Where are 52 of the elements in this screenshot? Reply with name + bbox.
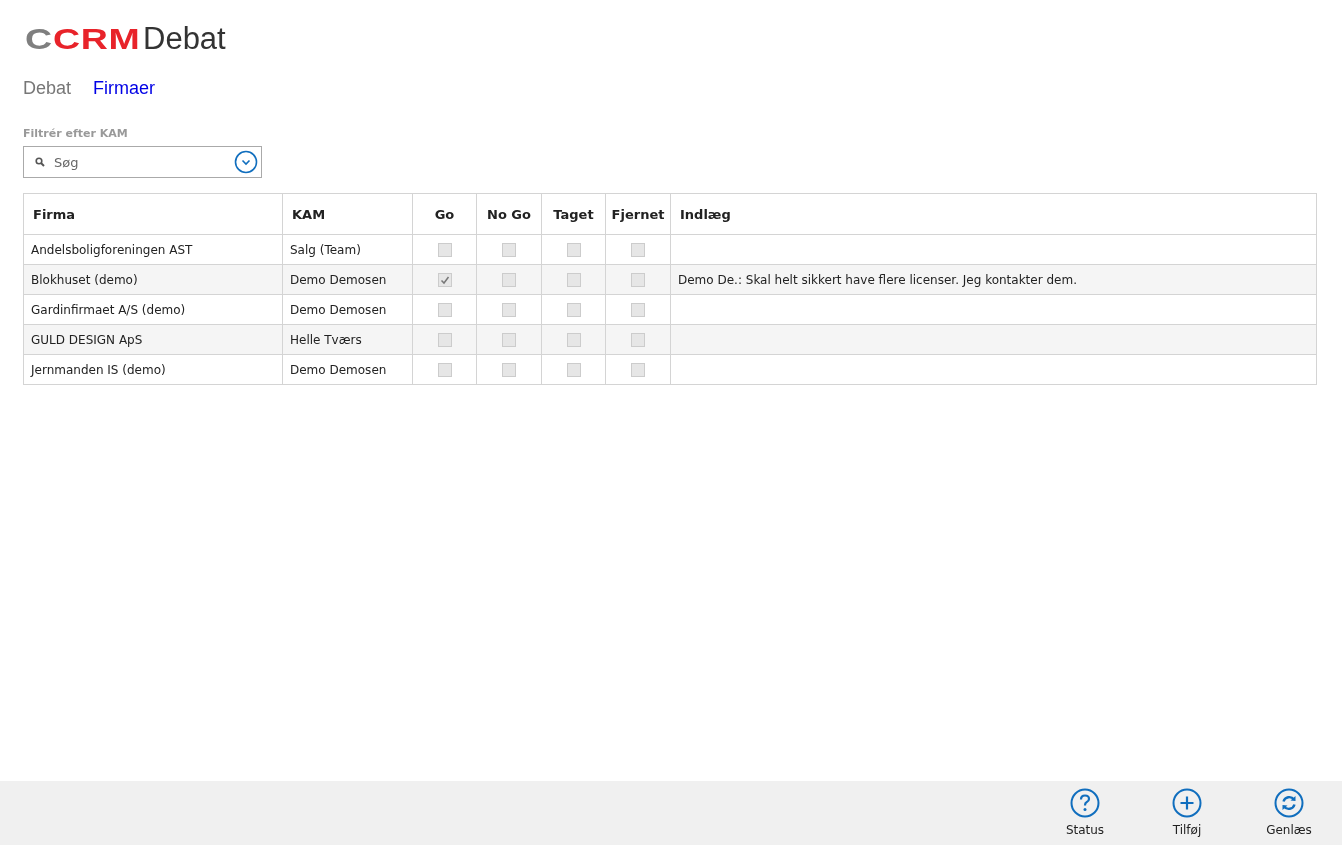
checkbox[interactable] (566, 332, 581, 347)
table-cell: Blokhuset (demo) (23, 264, 283, 295)
checkbox[interactable] (502, 302, 516, 317)
table-cell: GULD DESIGN ApS (23, 324, 283, 355)
checkbox[interactable] (437, 272, 452, 287)
checkbox[interactable] (566, 242, 581, 257)
table-cell: Demo De.: Skal helt sikkert have flere licenser. Jeg kontakter dem. (678, 272, 1077, 287)
checkbox[interactable] (631, 362, 645, 377)
checkbox[interactable] (566, 362, 581, 377)
table-cell: Demo Demosen (282, 294, 413, 325)
filter-label: Filtrér efter KAM (23, 127, 129, 140)
checkbox[interactable] (631, 242, 645, 257)
checkbox[interactable] (631, 302, 645, 317)
checkbox[interactable] (566, 272, 581, 287)
checkbox[interactable] (631, 332, 645, 347)
checkbox[interactable] (566, 302, 581, 317)
app-title: Debat (143, 21, 226, 57)
table-cell: Demo Demosen (282, 264, 413, 295)
search-field[interactable]: Søg (23, 146, 262, 178)
column-header[interactable]: Go (412, 193, 477, 235)
checkbox[interactable] (437, 242, 452, 257)
refresh-icon (1274, 788, 1304, 818)
table-cell: Gardinfirmaet A/S (demo) (23, 294, 283, 325)
table-cell: Helle Tværs (282, 324, 413, 355)
column-header[interactable]: Firma (23, 193, 283, 235)
checkbox[interactable] (437, 302, 452, 317)
checkbox[interactable] (502, 272, 516, 287)
logo-mark: C (25, 22, 53, 56)
nav-link[interactable]: Firmaer (93, 78, 156, 99)
plus-icon (1172, 788, 1202, 818)
command-button[interactable]: Genlæs (1258, 781, 1320, 845)
table-cell: Salg (Team) (282, 234, 413, 265)
checkbox[interactable] (437, 332, 452, 347)
table-cell: Andelsboligforeningen AST (23, 234, 283, 265)
column-header[interactable]: Indlæg (670, 193, 1317, 235)
checkbox[interactable] (631, 272, 645, 287)
column-header[interactable]: No Go (476, 193, 542, 235)
checkbox[interactable] (502, 242, 516, 257)
table-cell: Jernmanden IS (demo) (23, 354, 283, 385)
nav-link[interactable]: Debat (23, 78, 72, 99)
column-header[interactable]: Taget (541, 193, 606, 235)
table-cell: Demo Demosen (282, 354, 413, 385)
checkbox[interactable] (502, 362, 516, 377)
command-button[interactable]: Status (1054, 781, 1116, 845)
help-icon (1070, 788, 1100, 818)
command-button[interactable]: Tilføj (1156, 781, 1218, 845)
checkbox[interactable] (437, 362, 452, 377)
column-header[interactable]: KAM (282, 193, 413, 235)
column-header[interactable]: Fjernet (605, 193, 671, 235)
logo-mark: CRM (53, 22, 141, 56)
dropdown-icon[interactable] (234, 150, 258, 174)
checkbox[interactable] (502, 332, 516, 347)
